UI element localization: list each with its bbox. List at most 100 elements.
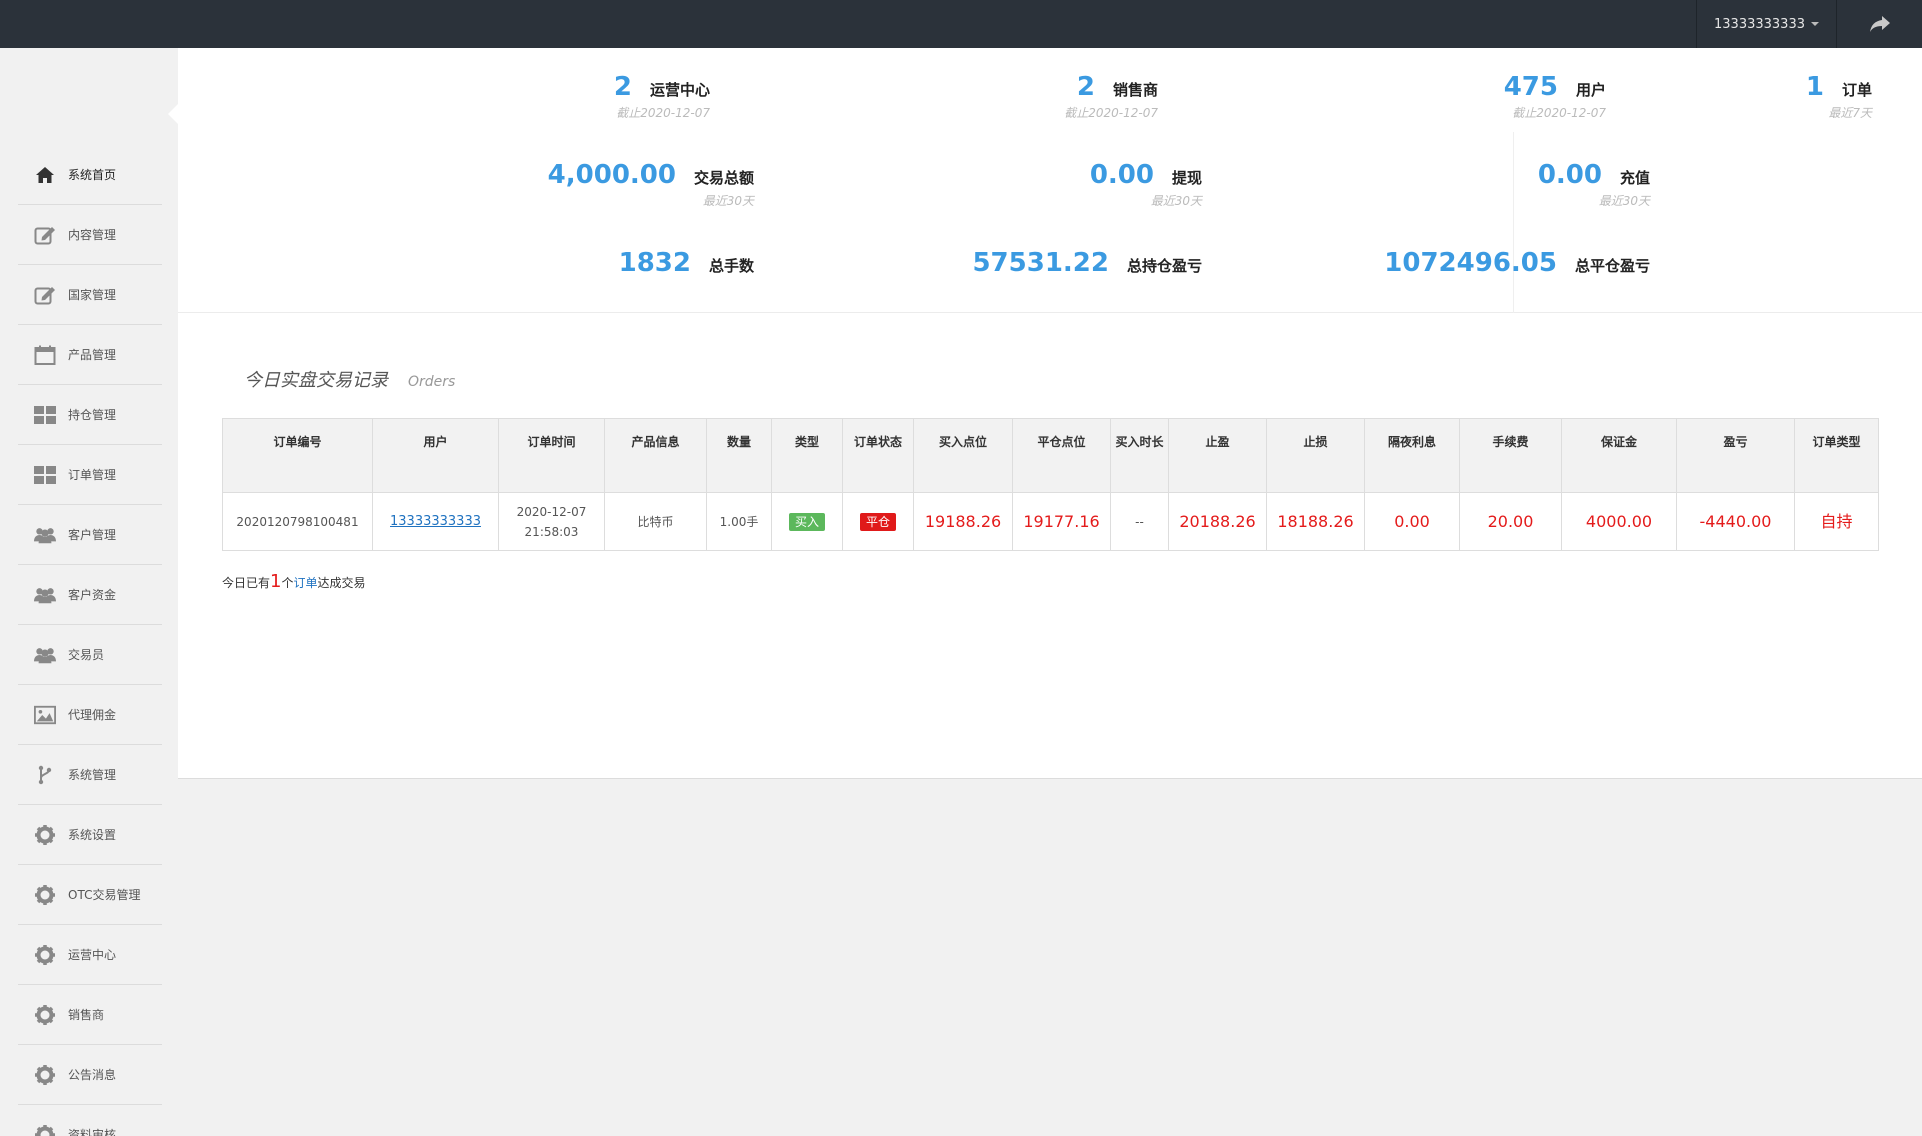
stat-label: 充值 xyxy=(1619,169,1650,187)
sidebar-item-content[interactable]: 内容管理 xyxy=(18,205,162,265)
order-time: 21:58:03 xyxy=(524,524,579,539)
column-header: 隔夜利息 xyxy=(1364,418,1460,493)
stat-value: 0.00 xyxy=(1537,160,1602,190)
gear-icon xyxy=(34,1124,56,1136)
gear-icon xyxy=(34,1064,56,1085)
cell-order-no: 2020120798100481 xyxy=(222,492,373,551)
sidebar-item-customers[interactable]: 客户管理 xyxy=(18,505,162,565)
cell-qty: 1.00手 xyxy=(706,492,772,551)
cell-pnl: -4440.00 xyxy=(1676,492,1795,551)
stat-value: 1 xyxy=(1805,72,1824,102)
summary-count: 1 xyxy=(270,571,282,592)
sidebar-nav: 系统首页 内容管理 国家管理 产品管理 持仓管理 订单管理 客户管理 客户资金 … xyxy=(18,145,162,1136)
stat-sub: 最近30天 xyxy=(702,194,754,208)
stat-value: 0.00 xyxy=(1089,160,1154,190)
column-header: 买入点位 xyxy=(913,418,1013,493)
sidebar-item-sellers[interactable]: 销售商 xyxy=(18,985,162,1045)
branch-icon xyxy=(34,765,56,785)
sidebar-item-label: 运营中心 xyxy=(68,948,117,962)
cell-order-type: 自持 xyxy=(1794,492,1879,551)
stat-value: 4,000.00 xyxy=(547,160,676,190)
gear-icon xyxy=(34,884,56,905)
stat-label: 用户 xyxy=(1575,81,1606,99)
users-icon xyxy=(34,525,56,545)
cell-fee: 20.00 xyxy=(1459,492,1562,551)
stat-label: 总手数 xyxy=(708,257,754,275)
stat-orders: 1 订单 最近7天 xyxy=(1806,72,1872,121)
edit-icon xyxy=(34,225,56,245)
cell-stop-loss: 18188.26 xyxy=(1266,492,1365,551)
stat-value: 57531.22 xyxy=(972,248,1109,278)
column-header: 订单类型 xyxy=(1794,418,1879,493)
sidebar-item-label: 订单管理 xyxy=(68,468,117,482)
stat-label: 提现 xyxy=(1171,169,1202,187)
sidebar-item-system[interactable]: 系统管理 xyxy=(18,745,162,805)
main-panel: 2 运营中心 截止2020-12-07 2 销售商 截止2020-12-07 475… xyxy=(178,48,1922,779)
stat-label: 订单 xyxy=(1841,81,1872,99)
stat-value: 1072496.05 xyxy=(1384,248,1557,278)
cell-close-price: 19177.16 xyxy=(1012,492,1111,551)
stat-withdraw: 0.00 提现 最近30天 xyxy=(1090,160,1202,209)
cell-duration: -- xyxy=(1110,492,1169,551)
cell-margin: 4000.00 xyxy=(1561,492,1677,551)
sidebar-item-settings[interactable]: 系统设置 xyxy=(18,805,162,865)
stat-value: 2 xyxy=(613,72,632,102)
column-header: 手续费 xyxy=(1459,418,1562,493)
stat-label: 总持仓盈亏 xyxy=(1126,257,1202,275)
sidebar-item-label: 资料审核 xyxy=(68,1128,117,1136)
summary-orders-link[interactable]: 订单 xyxy=(293,574,317,591)
logout-button[interactable] xyxy=(1836,0,1922,48)
orders-summary: 今日已有 1 个 订单 达成交易 xyxy=(222,571,366,592)
sidebar-item-product[interactable]: 产品管理 xyxy=(18,325,162,385)
sidebar-item-label: 内容管理 xyxy=(68,228,117,242)
stat-recharge: 0.00 充值 最近30天 xyxy=(1538,160,1650,209)
order-date: 2020-12-07 xyxy=(516,504,587,519)
column-header: 订单编号 xyxy=(222,418,373,493)
stat-label: 交易总额 xyxy=(693,169,754,187)
stat-label: 销售商 xyxy=(1112,81,1158,99)
home-icon xyxy=(34,165,56,185)
sidebar-item-home[interactable]: 系统首页 xyxy=(18,145,162,205)
summary-suffix: 达成交易 xyxy=(317,576,366,590)
gear-icon xyxy=(34,1004,56,1025)
stats-divider xyxy=(1513,132,1514,313)
share-arrow-icon xyxy=(1869,16,1890,32)
sidebar-item-country[interactable]: 国家管理 xyxy=(18,265,162,325)
sidebar-item-label: 系统管理 xyxy=(68,768,117,782)
sidebar-item-label: 持仓管理 xyxy=(68,408,117,422)
users-icon xyxy=(34,585,56,605)
sidebar-item-traders[interactable]: 交易员 xyxy=(18,625,162,685)
user-link[interactable]: 13333333333 xyxy=(390,514,481,529)
column-header: 盈亏 xyxy=(1676,418,1795,493)
type-badge: 买入 xyxy=(788,512,825,531)
sidebar-item-announcements[interactable]: 公告消息 xyxy=(18,1045,162,1105)
stats-panel: 2 运营中心 截止2020-12-07 2 销售商 截止2020-12-07 475… xyxy=(178,48,1922,313)
cell-order-time: 2020-12-07 21:58:03 xyxy=(498,492,605,551)
status-badge: 平仓 xyxy=(859,512,896,531)
caret-down-icon xyxy=(1810,22,1819,26)
sidebar: 系统首页 内容管理 国家管理 产品管理 持仓管理 订单管理 客户管理 客户资金 … xyxy=(0,48,178,1136)
sidebar-item-label: 客户资金 xyxy=(68,588,117,602)
summary-prefix: 今日已有 xyxy=(222,576,271,590)
sidebar-item-otc[interactable]: OTC交易管理 xyxy=(18,865,162,925)
column-header: 止损 xyxy=(1266,418,1365,493)
column-header: 数量 xyxy=(706,418,772,493)
sidebar-item-commission[interactable]: 代理佣金 xyxy=(18,685,162,745)
stat-sub: 最近7天 xyxy=(1828,106,1872,120)
sidebar-item-customer-funds[interactable]: 客户资金 xyxy=(18,565,162,625)
user-menu-dropdown[interactable]: 13333333333 xyxy=(1696,0,1836,48)
sidebar-item-label: 产品管理 xyxy=(68,348,117,362)
top-bar: 13333333333 xyxy=(0,0,1922,48)
column-header: 产品信息 xyxy=(604,418,707,493)
sidebar-item-review[interactable]: 资料审核 xyxy=(18,1105,162,1136)
grid-icon xyxy=(34,405,56,425)
column-header: 类型 xyxy=(771,418,843,493)
active-pointer xyxy=(168,104,178,124)
image-icon xyxy=(34,705,56,725)
sidebar-item-ops-center[interactable]: 运营中心 xyxy=(18,925,162,985)
sidebar-item-position[interactable]: 持仓管理 xyxy=(18,385,162,445)
orders-section-title: 今日实盘交易记录 Orders xyxy=(244,366,455,392)
sidebar-item-orders[interactable]: 订单管理 xyxy=(18,445,162,505)
gear-icon xyxy=(34,824,56,845)
column-header: 订单时间 xyxy=(498,418,605,493)
